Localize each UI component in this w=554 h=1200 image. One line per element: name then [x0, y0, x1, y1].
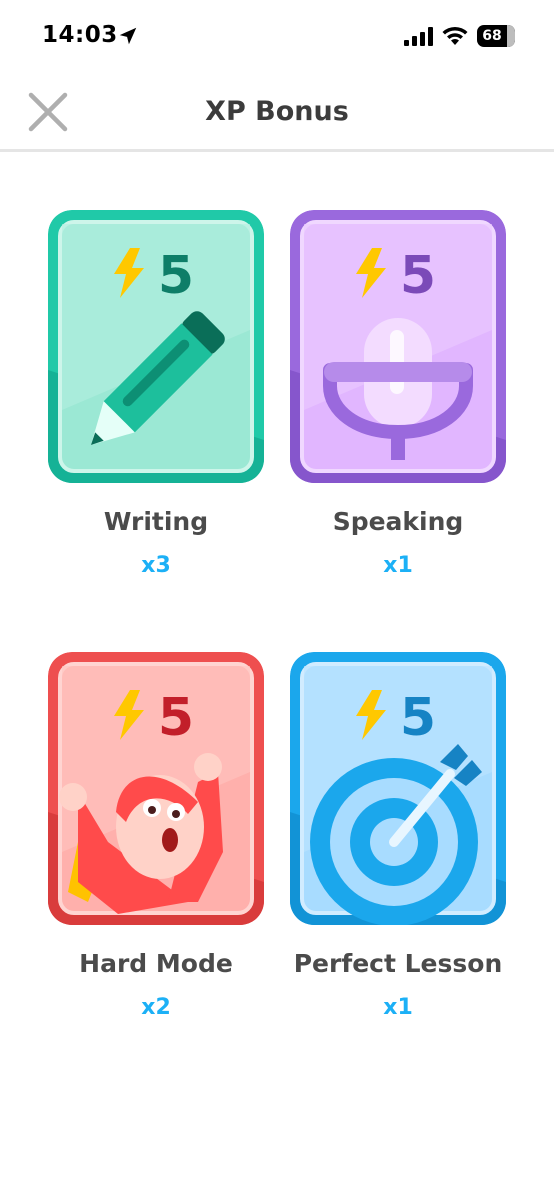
- cellular-signal-icon: [404, 27, 433, 46]
- card-count: x2: [141, 995, 171, 1020]
- card-xp-value: 5: [158, 246, 194, 306]
- wifi-icon: [442, 26, 468, 45]
- page-title: XP Bonus: [205, 96, 349, 127]
- card-count: x1: [383, 553, 413, 578]
- card-count: x1: [383, 995, 413, 1020]
- speaking-card-art: 5: [290, 210, 506, 483]
- location-arrow-icon: [119, 27, 137, 45]
- card-label: Writing: [103, 507, 209, 536]
- perfect-lesson-card-art: 5: [290, 652, 506, 925]
- battery-level: 68: [482, 28, 502, 44]
- card-label: Perfect Lesson: [293, 949, 503, 978]
- card-xp-value: 5: [400, 688, 436, 748]
- status-bar: 14:03 68: [0, 0, 554, 74]
- status-time: 14:03: [42, 22, 118, 48]
- hard-mode-card-art: 5: [48, 652, 264, 925]
- card-label: Hard Mode: [79, 949, 233, 978]
- card-count: x3: [141, 553, 171, 578]
- battery-indicator: 68: [477, 25, 515, 47]
- header: XP Bonus: [0, 74, 554, 152]
- writing-card-art: 5: [48, 210, 264, 483]
- card-label: Speaking: [332, 507, 464, 536]
- card-xp-value: 5: [158, 688, 194, 748]
- card-xp-value: 5: [400, 246, 436, 306]
